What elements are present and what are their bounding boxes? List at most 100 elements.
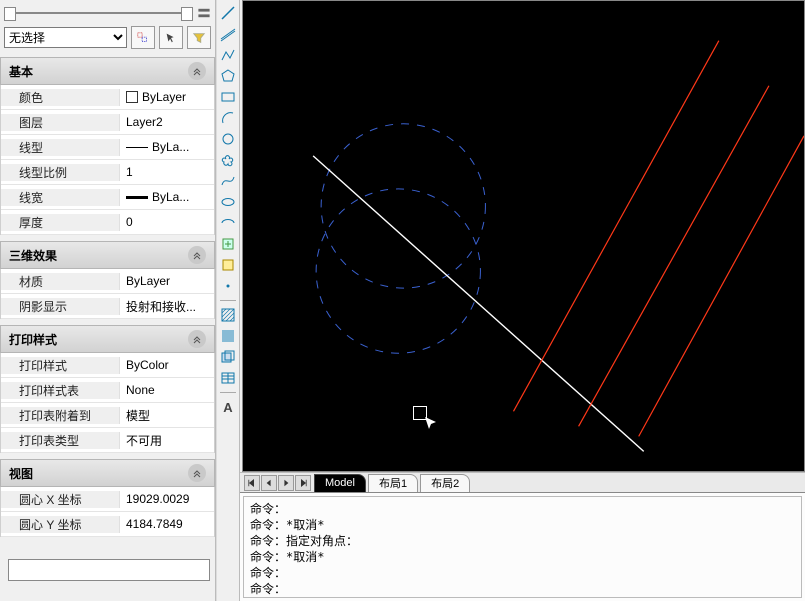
tab-prev-icon[interactable]	[261, 475, 277, 491]
section-header-plot[interactable]: 打印样式	[0, 325, 215, 353]
tab-next-icon[interactable]	[278, 475, 294, 491]
hatch-tool-icon[interactable]	[219, 306, 237, 324]
label-shadow: 阴影显示	[1, 298, 120, 315]
polygon-tool-icon[interactable]	[219, 67, 237, 85]
row-lineweight[interactable]: 线宽ByLa...	[1, 185, 214, 210]
section-header-view[interactable]: 视图	[0, 459, 215, 487]
value-ltscale[interactable]: 1	[120, 165, 214, 179]
value-plottable[interactable]: None	[120, 383, 214, 397]
revcloud-tool-icon[interactable]	[219, 151, 237, 169]
row-color[interactable]: 颜色ByLayer	[1, 85, 214, 110]
layout-tabs: Model 布局1 布局2	[240, 472, 805, 492]
label-lineweight: 线宽	[1, 189, 120, 206]
arc-tool-icon[interactable]	[219, 109, 237, 127]
value-center-y[interactable]: 4184.7849	[120, 517, 214, 531]
row-shadow[interactable]: 阴影显示投射和接收...	[1, 294, 214, 319]
label-material: 材质	[1, 273, 120, 290]
slider-thumb-right[interactable]	[181, 7, 193, 21]
section-title: 打印样式	[9, 331, 57, 348]
right-area: Model 布局1 布局2 命令： 命令：*取消* 命令：指定对角点： 命令：*…	[240, 0, 805, 601]
circle-tool-icon[interactable]	[219, 130, 237, 148]
chevron-double-up-icon	[188, 330, 206, 348]
insert-block-tool-icon[interactable]	[219, 235, 237, 253]
value-plotstyle[interactable]: ByColor	[120, 358, 214, 372]
value-linetype[interactable]: ByLa...	[120, 140, 214, 154]
row-material[interactable]: 材质ByLayer	[1, 269, 214, 294]
slider-handle-icon[interactable]	[197, 6, 211, 20]
label-plotstyle: 打印样式	[1, 357, 120, 374]
make-block-tool-icon[interactable]	[219, 256, 237, 274]
tab-model[interactable]: Model	[314, 474, 366, 492]
label-color: 颜色	[1, 89, 120, 106]
section-header-basic[interactable]: 基本	[0, 57, 215, 85]
chevron-double-up-icon	[188, 464, 206, 482]
properties-top: 无选择	[0, 0, 215, 51]
region-tool-icon[interactable]	[219, 348, 237, 366]
tab-first-icon[interactable]	[244, 475, 260, 491]
selection-dropdown[interactable]: 无选择	[4, 27, 127, 48]
quick-select-icon[interactable]	[131, 26, 155, 49]
lineweight-sample-icon	[126, 196, 148, 199]
row-center-x[interactable]: 圆心 X 坐标19029.0029	[1, 487, 214, 512]
chevron-double-up-icon	[188, 62, 206, 80]
selection-row: 无选择	[4, 26, 211, 49]
section-plot: 打印样式 打印样式ByColor 打印样式表None 打印表附着到模型 打印表类…	[0, 325, 215, 453]
plot-rows: 打印样式ByColor 打印样式表None 打印表附着到模型 打印表类型不可用	[0, 353, 215, 453]
select-objects-icon[interactable]	[159, 26, 183, 49]
mtext-tool-icon[interactable]: A	[219, 398, 237, 416]
section-title: 基本	[9, 63, 33, 80]
table-tool-icon[interactable]	[219, 369, 237, 387]
basic-rows: 颜色ByLayer 图层Layer2 线型ByLa... 线型比例1 线宽ByL…	[0, 85, 215, 235]
slider-track[interactable]	[4, 12, 193, 14]
value-thickness[interactable]: 0	[120, 215, 214, 229]
row-thickness[interactable]: 厚度0	[1, 210, 214, 235]
tab-layout2[interactable]: 布局2	[420, 474, 470, 492]
label-ltscale: 线型比例	[1, 164, 120, 181]
property-filter-input[interactable]	[8, 559, 210, 581]
canvas-wrap	[242, 0, 805, 472]
slider-thumb-left[interactable]	[4, 7, 16, 21]
section-title: 视图	[9, 465, 33, 482]
label-thickness: 厚度	[1, 214, 120, 231]
value-color[interactable]: ByLayer	[120, 90, 214, 104]
tab-last-icon[interactable]	[295, 475, 311, 491]
xline-tool-icon[interactable]	[219, 25, 237, 43]
value-layer[interactable]: Layer2	[120, 115, 214, 129]
row-plotstyle[interactable]: 打印样式ByColor	[1, 353, 214, 378]
row-ltscale[interactable]: 线型比例1	[1, 160, 214, 185]
console-history[interactable]: 命令： 命令：*取消* 命令：指定对角点： 命令：*取消* 命令： 命令：	[243, 496, 802, 598]
rectangle-tool-icon[interactable]	[219, 88, 237, 106]
panel-slider[interactable]	[4, 4, 211, 26]
ellipse-tool-icon[interactable]	[219, 193, 237, 211]
gradient-tool-icon[interactable]	[219, 327, 237, 345]
toolbar-separator	[220, 300, 236, 301]
value-material[interactable]: ByLayer	[120, 274, 214, 288]
row-linetype[interactable]: 线型ByLa...	[1, 135, 214, 160]
tab-layout1[interactable]: 布局1	[368, 474, 418, 492]
row-plottable[interactable]: 打印样式表None	[1, 378, 214, 403]
line-tool-icon[interactable]	[219, 4, 237, 22]
value-center-x[interactable]: 19029.0029	[120, 492, 214, 506]
row-center-y[interactable]: 圆心 Y 坐标4184.7849	[1, 512, 214, 537]
row-plotattach[interactable]: 打印表附着到模型	[1, 403, 214, 428]
value-lineweight[interactable]: ByLa...	[120, 190, 214, 204]
linetype-sample-icon	[126, 147, 148, 148]
value-shadow[interactable]: 投射和接收...	[120, 298, 214, 315]
row-layer[interactable]: 图层Layer2	[1, 110, 214, 135]
ellipse-arc-tool-icon[interactable]	[219, 214, 237, 232]
label-linetype: 线型	[1, 139, 120, 156]
value-plotattach[interactable]: 模型	[120, 407, 214, 424]
section-header-threed[interactable]: 三维效果	[0, 241, 215, 269]
row-plottype[interactable]: 打印表类型不可用	[1, 428, 214, 453]
label-center-y: 圆心 Y 坐标	[1, 516, 120, 533]
spline-tool-icon[interactable]	[219, 172, 237, 190]
filter-icon[interactable]	[187, 26, 211, 49]
app-root: 无选择 基本 颜色ByLayer 图层Layer2	[0, 0, 805, 601]
color-swatch-icon	[126, 91, 138, 103]
drawing-viewport[interactable]	[243, 1, 804, 471]
point-tool-icon[interactable]	[219, 277, 237, 295]
draw-toolbar: A	[216, 0, 240, 601]
section-basic: 基本 颜色ByLayer 图层Layer2 线型ByLa... 线型比例1 线宽…	[0, 57, 215, 235]
polyline-tool-icon[interactable]	[219, 46, 237, 64]
value-plottype[interactable]: 不可用	[120, 432, 214, 449]
